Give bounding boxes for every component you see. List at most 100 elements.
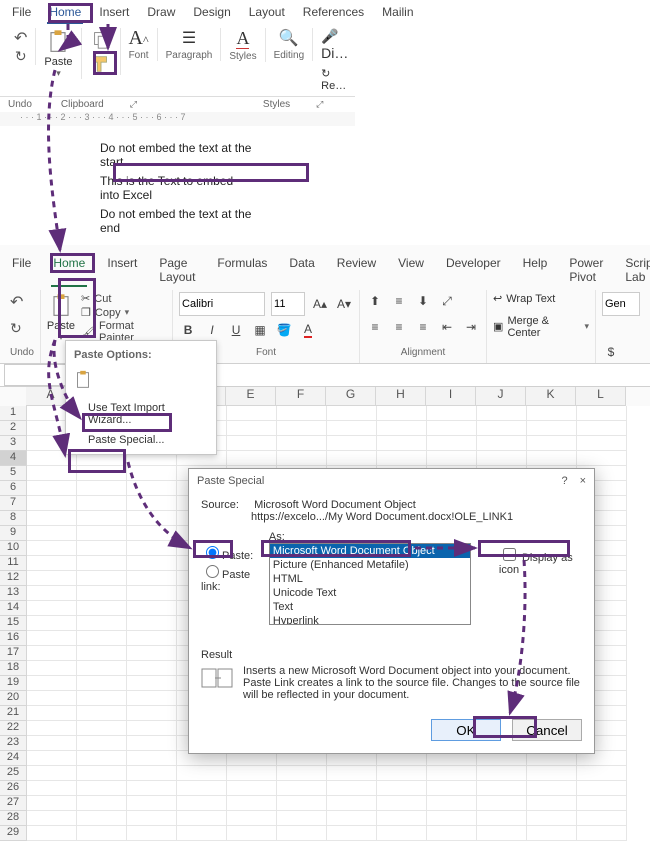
cell[interactable]: [127, 691, 177, 706]
as-option[interactable]: Text: [270, 600, 470, 614]
cell[interactable]: [127, 826, 177, 841]
cell[interactable]: [477, 436, 527, 451]
row-header[interactable]: 14: [0, 601, 27, 616]
row-header[interactable]: 3: [0, 436, 27, 451]
cell[interactable]: [427, 421, 477, 436]
as-option[interactable]: Microsoft Word Document Object: [270, 544, 470, 558]
excel-tab-insert[interactable]: Insert: [105, 255, 139, 287]
cell[interactable]: [227, 811, 277, 826]
cell[interactable]: [377, 796, 427, 811]
tab-layout[interactable]: Layout: [247, 4, 287, 24]
cell[interactable]: [27, 481, 77, 496]
cell[interactable]: [477, 811, 527, 826]
cell[interactable]: [127, 556, 177, 571]
cell[interactable]: [577, 406, 627, 421]
cell[interactable]: [127, 616, 177, 631]
reuse-icon[interactable]: ↻ Re…: [321, 67, 348, 92]
underline-button[interactable]: U: [227, 321, 245, 339]
cell[interactable]: [77, 736, 127, 751]
dialog-close-button[interactable]: ×: [580, 475, 586, 487]
cell[interactable]: [77, 751, 127, 766]
cell[interactable]: [477, 781, 527, 796]
copy-button[interactable]: ❐Copy ▾: [81, 306, 166, 319]
font-color-button[interactable]: A: [299, 321, 317, 339]
copy-paste-small-icon[interactable]: [90, 28, 112, 50]
cell[interactable]: [227, 421, 277, 436]
excel-tab-view[interactable]: View: [396, 255, 426, 287]
paste-option-keep-source[interactable]: [66, 365, 216, 398]
display-as-icon-checkbox[interactable]: Display as icon: [499, 552, 573, 576]
cell[interactable]: [127, 661, 177, 676]
cell[interactable]: [277, 781, 327, 796]
cell[interactable]: [327, 436, 377, 451]
align-center-icon[interactable]: ≡: [390, 318, 408, 336]
cell[interactable]: [427, 436, 477, 451]
redo-icon[interactable]: ↻: [15, 48, 27, 65]
cell[interactable]: [477, 451, 527, 466]
cell[interactable]: [27, 751, 77, 766]
cell[interactable]: [127, 586, 177, 601]
cell[interactable]: [27, 586, 77, 601]
cell[interactable]: [577, 796, 627, 811]
cell[interactable]: [127, 526, 177, 541]
row-header[interactable]: 9: [0, 526, 27, 541]
cell[interactable]: [327, 811, 377, 826]
cell[interactable]: [27, 496, 77, 511]
cell[interactable]: [177, 766, 227, 781]
excel-tab-formulas[interactable]: Formulas: [215, 255, 269, 287]
font-size-select[interactable]: [271, 292, 305, 316]
decrease-font-icon[interactable]: A▾: [335, 295, 353, 313]
cell[interactable]: [527, 826, 577, 841]
cell[interactable]: [477, 406, 527, 421]
paste-special-item[interactable]: Paste Special...: [66, 430, 216, 450]
cell[interactable]: [27, 766, 77, 781]
align-right-icon[interactable]: ≡: [414, 318, 432, 336]
cell[interactable]: [327, 796, 377, 811]
tab-mailings[interactable]: Mailin: [380, 4, 415, 24]
cell[interactable]: [227, 796, 277, 811]
col-header[interactable]: G: [326, 387, 376, 406]
row-header[interactable]: 27: [0, 796, 27, 811]
cell[interactable]: [377, 451, 427, 466]
cell[interactable]: [577, 421, 627, 436]
excel-tab-help[interactable]: Help: [521, 255, 550, 287]
row-header[interactable]: 18: [0, 661, 27, 676]
cell[interactable]: [127, 601, 177, 616]
cell[interactable]: [27, 676, 77, 691]
row-header[interactable]: 12: [0, 571, 27, 586]
paste-button[interactable]: Paste ▾: [44, 28, 72, 79]
cell[interactable]: [427, 766, 477, 781]
increase-indent-icon[interactable]: ⇥: [462, 318, 480, 336]
cell[interactable]: [27, 736, 77, 751]
cell[interactable]: [427, 796, 477, 811]
paste-radio[interactable]: Paste:: [201, 550, 253, 562]
cell[interactable]: [277, 436, 327, 451]
cell[interactable]: [477, 766, 527, 781]
row-header[interactable]: 2: [0, 421, 27, 436]
format-painter-icon[interactable]: [90, 53, 112, 75]
as-option[interactable]: HTML: [270, 572, 470, 586]
cell[interactable]: [77, 811, 127, 826]
cell[interactable]: [277, 406, 327, 421]
cell[interactable]: [27, 796, 77, 811]
row-header[interactable]: 25: [0, 766, 27, 781]
cell[interactable]: [77, 691, 127, 706]
row-header[interactable]: 22: [0, 721, 27, 736]
cell[interactable]: [77, 706, 127, 721]
row-header[interactable]: 7: [0, 496, 27, 511]
cell[interactable]: [477, 796, 527, 811]
cell[interactable]: [27, 526, 77, 541]
cell[interactable]: [427, 406, 477, 421]
cell[interactable]: [177, 796, 227, 811]
cell[interactable]: [27, 616, 77, 631]
as-option[interactable]: Picture (Enhanced Metafile): [270, 558, 470, 572]
cell[interactable]: [77, 586, 127, 601]
as-option[interactable]: Unicode Text: [270, 586, 470, 600]
row-header[interactable]: 19: [0, 676, 27, 691]
cell[interactable]: [127, 766, 177, 781]
row-header[interactable]: 20: [0, 691, 27, 706]
col-header[interactable]: J: [476, 387, 526, 406]
ok-button[interactable]: OK: [431, 719, 501, 741]
align-left-icon[interactable]: ≡: [366, 318, 384, 336]
cell[interactable]: [77, 676, 127, 691]
